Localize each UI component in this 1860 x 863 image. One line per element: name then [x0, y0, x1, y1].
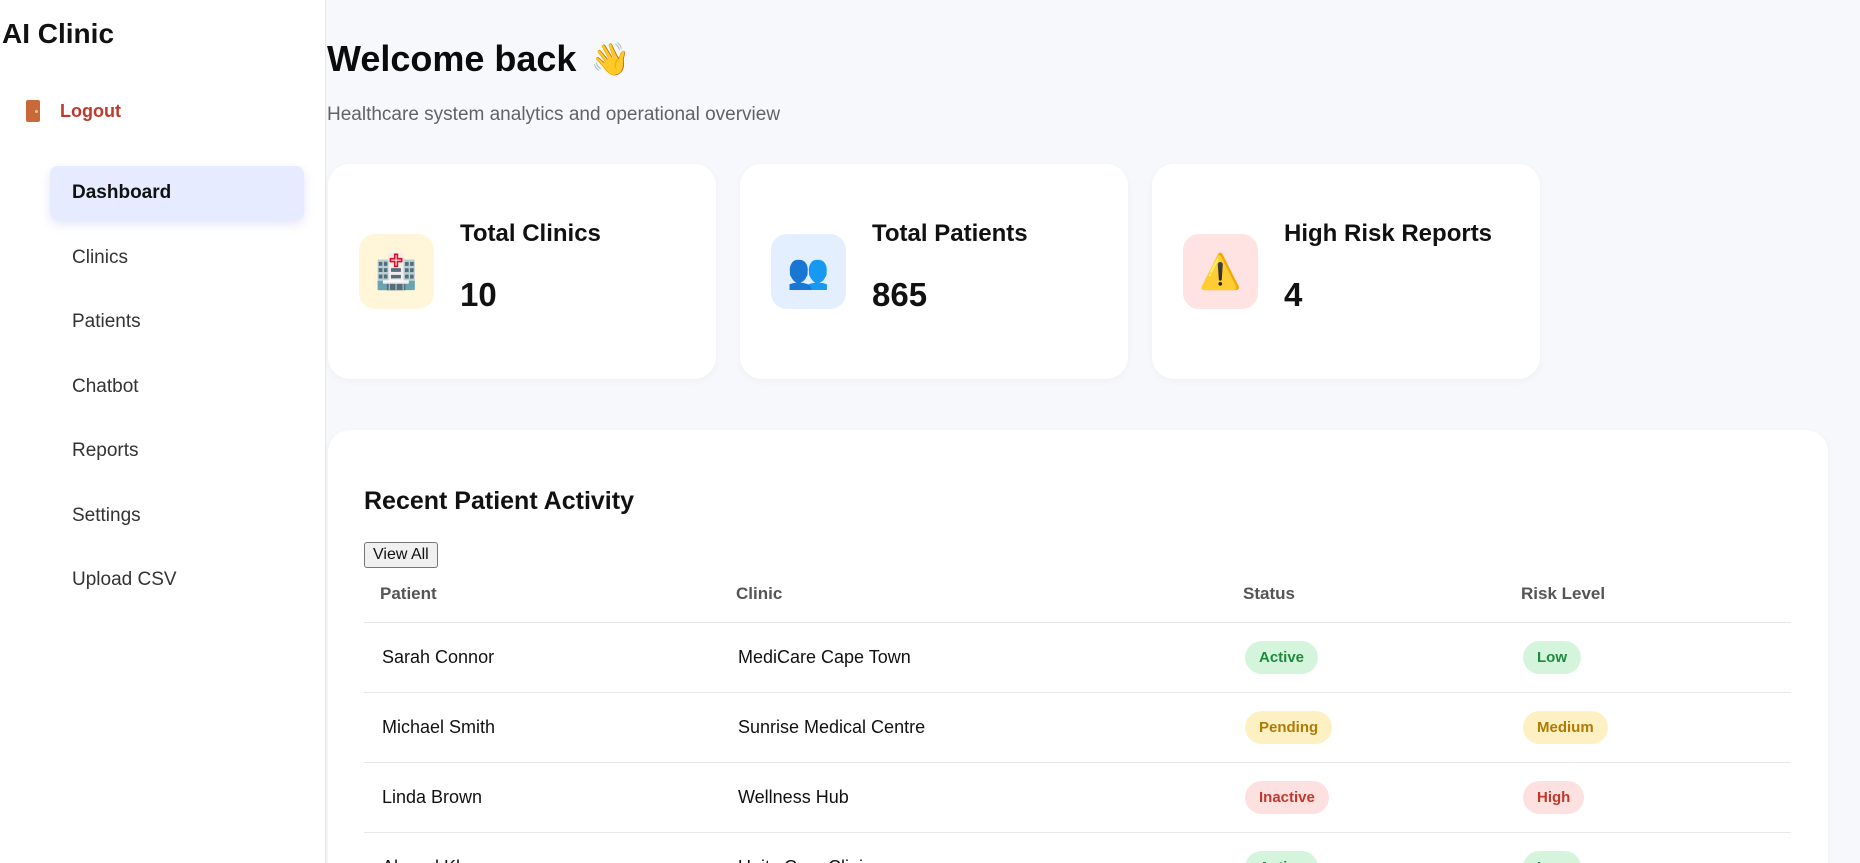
stat-card-total-clinics: 🏥 Total Clinics 10	[328, 164, 716, 379]
sidebar-item-settings[interactable]: Settings	[50, 489, 304, 543]
people-icon: 👥	[771, 234, 846, 309]
clinic-name: MediCare Cape Town	[734, 622, 1241, 693]
patient-name: Linda Brown	[364, 762, 734, 833]
status-badge: Pending	[1245, 710, 1333, 744]
view-all-button[interactable]: View All	[364, 542, 438, 568]
column-header-clinic: Clinic	[734, 566, 1241, 623]
status-badge: Active	[1245, 640, 1319, 674]
status-badge: Inactive	[1245, 780, 1329, 814]
stat-label: Total Patients	[872, 220, 1028, 247]
risk-badge: Low	[1523, 640, 1581, 674]
sidebar-item-dashboard[interactable]: Dashboard	[50, 166, 304, 220]
clinic-name: Sunrise Medical Centre	[734, 692, 1241, 763]
stat-value: 4	[1284, 276, 1303, 313]
column-header-risk-level: Risk Level	[1519, 566, 1791, 623]
page-subtitle: Healthcare system analytics and operatio…	[327, 104, 781, 125]
page-title-text: Welcome back	[327, 38, 577, 79]
stat-card-total-patients: 👥 Total Patients 865	[740, 164, 1128, 379]
table-row[interactable]: Ahmed Khan Unity Care Clinic Active Low	[364, 832, 1791, 863]
patient-name: Ahmed Khan	[364, 832, 734, 863]
column-header-patient: Patient	[364, 566, 734, 623]
sidebar-item-patients[interactable]: Patients	[50, 295, 304, 349]
clinic-name: Unity Care Clinic	[734, 832, 1241, 863]
stat-value: 865	[872, 276, 928, 313]
activity-table: Patient Clinic Status Risk Level Sarah C…	[364, 566, 1791, 863]
status-badge: Active	[1245, 850, 1319, 863]
page-title: Welcome back 👋	[327, 38, 630, 80]
app-brand: AI Clinic	[2, 18, 115, 49]
risk-badge: Low	[1523, 850, 1581, 863]
recent-activity-panel: Recent Patient Activity View All Patient…	[328, 430, 1828, 863]
warning-icon: ⚠️	[1183, 234, 1258, 309]
column-header-status: Status	[1241, 566, 1519, 623]
risk-badge: High	[1523, 780, 1585, 814]
sidebar: AI Clinic Logout Dashboard Clinics Patie…	[0, 0, 326, 863]
logout-label: Logout	[60, 100, 121, 121]
table-row[interactable]: Michael Smith Sunrise Medical Centre Pen…	[364, 692, 1791, 763]
stat-label: Total Clinics	[460, 220, 601, 247]
clinic-name: Wellness Hub	[734, 762, 1241, 833]
sidebar-nav: Dashboard Clinics Patients Chatbot Repor…	[50, 166, 304, 618]
patient-name: Sarah Connor	[364, 622, 734, 693]
stat-label: High Risk Reports	[1284, 220, 1493, 247]
waving-hand-icon: 👋	[590, 41, 631, 77]
patient-name: Michael Smith	[364, 692, 734, 763]
sidebar-item-chatbot[interactable]: Chatbot	[50, 360, 304, 414]
sidebar-item-upload-csv[interactable]: Upload CSV	[50, 553, 304, 607]
table-header-row: Patient Clinic Status Risk Level	[364, 566, 1791, 623]
risk-badge: Medium	[1523, 710, 1608, 744]
door-icon	[26, 100, 40, 122]
sidebar-item-clinics[interactable]: Clinics	[50, 231, 304, 285]
stat-value: 10	[460, 276, 497, 313]
section-title: Recent Patient Activity	[364, 487, 634, 515]
main-content: Welcome back 👋 Healthcare system analyti…	[326, 0, 1860, 863]
table-row[interactable]: Sarah Connor MediCare Cape Town Active L…	[364, 622, 1791, 693]
logout-button[interactable]: Logout	[26, 100, 121, 122]
stat-card-high-risk-reports: ⚠️ High Risk Reports 4	[1152, 164, 1540, 379]
hospital-icon: 🏥	[359, 234, 434, 309]
sidebar-item-reports[interactable]: Reports	[50, 424, 304, 478]
table-row[interactable]: Linda Brown Wellness Hub Inactive High	[364, 762, 1791, 833]
